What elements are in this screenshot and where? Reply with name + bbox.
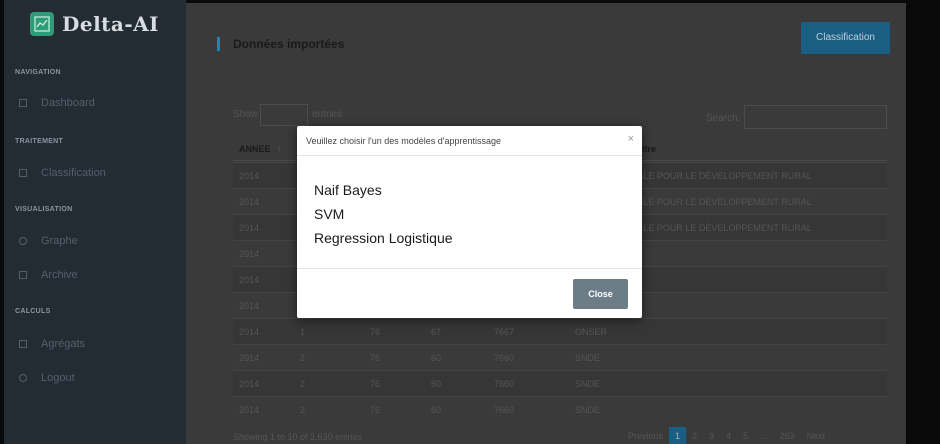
table-cell: 2014: [239, 197, 260, 207]
table-cell: 60: [431, 353, 442, 363]
column-header-titre[interactable]: itre: [642, 144, 656, 154]
modal-header: Veuillez choisir l'un des modèles d'appr…: [297, 126, 642, 156]
right-gutter: [906, 0, 940, 444]
page-link[interactable]: 5: [737, 427, 754, 444]
table-cell: 76: [370, 327, 381, 337]
grid-icon: [19, 169, 27, 177]
sidebar: Delta-AI NAVIGATION Dashboard TRAITEMENT…: [4, 0, 186, 444]
sidebar-item-label: Archive: [41, 269, 78, 281]
table-cell: SNDE: [575, 353, 601, 363]
circle-icon: [19, 237, 27, 245]
grid-icon: [19, 99, 27, 107]
sort-arrow-icon: ↑: [277, 144, 282, 154]
model-option-naif-bayes[interactable]: Naif Bayes: [314, 178, 453, 202]
model-list: Naif Bayes SVM Regression Logistique: [314, 178, 453, 250]
table-cell: 60: [431, 405, 442, 415]
pagination: Previous 1 2 3 4 5... 263 Next: [622, 427, 831, 444]
model-choice-modal: Veuillez choisir l'un des modèles d'appr…: [297, 126, 642, 318]
table-row: 2014 1 76 67 7667 ONSER: [233, 318, 887, 344]
table-cell: 60: [431, 379, 442, 389]
table-cell: 76: [370, 405, 381, 415]
table-cell: 2014: [239, 275, 260, 285]
table-cell: 2: [300, 353, 306, 363]
sidebar-item-classification[interactable]: Classification: [19, 167, 106, 179]
table-info: Showing 1 to 10 of 2,630 entries: [233, 432, 363, 442]
table-cell: 76: [370, 379, 381, 389]
table-cell: 2014: [239, 301, 260, 311]
page-link[interactable]: 1: [669, 427, 687, 444]
page-link[interactable]: 263: [774, 427, 801, 444]
table-cell: 2014: [239, 327, 260, 337]
table-cell: 7660: [494, 405, 515, 415]
entries-label: entries: [312, 109, 343, 120]
brand[interactable]: Delta-AI: [30, 12, 159, 36]
brand-name: Delta-AI: [62, 12, 160, 36]
table-cell: SNDE: [575, 405, 601, 415]
table-cell: 2: [300, 379, 306, 389]
sidebar-item-label: Logout: [41, 372, 75, 384]
search-label: Search:: [706, 113, 741, 124]
table-cell: 2014: [239, 249, 260, 259]
grid-icon: [19, 340, 27, 348]
table-cell: 2014: [239, 405, 260, 415]
table-cell: SNDE: [575, 379, 601, 389]
table-cell: 1: [300, 327, 306, 337]
table-cell: 7667: [494, 327, 515, 337]
nav-section-visualisation: VISUALISATION: [15, 206, 73, 213]
show-label: Show: [233, 109, 259, 120]
table-row: 2014 2 76 60 7660 SNDE: [233, 344, 887, 370]
sidebar-item-logout[interactable]: Logout: [19, 372, 75, 384]
table-row: 2014 2 76 60 7660 SNDE: [233, 370, 887, 396]
close-button[interactable]: Close: [573, 279, 628, 309]
page-link[interactable]: Previous: [622, 427, 669, 444]
modal-footer: Close: [297, 268, 642, 318]
page-link[interactable]: 2: [686, 427, 703, 444]
page-link[interactable]: Next: [801, 427, 832, 444]
modal-title: Veuillez choisir l'un des modèles d'appr…: [306, 136, 502, 146]
table-cell: 76: [370, 353, 381, 363]
search-input[interactable]: [744, 105, 887, 129]
table-cell: 2014: [239, 353, 260, 363]
page-link[interactable]: 4: [720, 427, 737, 444]
nav-section-navigation: NAVIGATION: [15, 69, 61, 76]
table-cell: 7660: [494, 379, 515, 389]
table-row: 2014 2 76 60 7660 SNDE: [233, 396, 887, 422]
column-header-annee[interactable]: ANNEE: [239, 144, 271, 154]
table-cell: 2014: [239, 223, 260, 233]
sidebar-item-agregats[interactable]: Agrégats: [19, 338, 85, 350]
table-cell: 2014: [239, 171, 260, 181]
page-title: Données importées: [233, 37, 345, 51]
sidebar-item-archive[interactable]: Archive: [19, 269, 78, 281]
nav-section-traitement: TRAITEMENT: [15, 138, 64, 145]
model-option-regression-logistique[interactable]: Regression Logistique: [314, 226, 453, 250]
sidebar-item-graphe[interactable]: Graphe: [19, 235, 78, 247]
table-cell: 7660: [494, 353, 515, 363]
sidebar-item-dashboard[interactable]: Dashboard: [19, 97, 95, 109]
page-link: ...: [760, 431, 768, 441]
model-option-svm[interactable]: SVM: [314, 202, 453, 226]
table-cell: 2014: [239, 379, 260, 389]
table-cell: 2: [300, 405, 306, 415]
sidebar-item-label: Graphe: [41, 235, 78, 247]
table-cell: 67: [431, 327, 442, 337]
title-accent-bar: [217, 37, 220, 51]
classification-button[interactable]: Classification: [801, 22, 890, 54]
chart-line-icon: [30, 12, 54, 36]
sidebar-item-label: Dashboard: [41, 97, 95, 109]
sidebar-item-label: Classification: [41, 167, 106, 179]
grid-icon: [19, 271, 27, 279]
power-icon: [19, 374, 27, 382]
close-icon[interactable]: ×: [628, 133, 634, 145]
entries-length-select[interactable]: [260, 104, 308, 126]
nav-section-calculs: CALCULS: [15, 308, 51, 315]
page-link[interactable]: 3: [703, 427, 720, 444]
sidebar-item-label: Agrégats: [41, 338, 86, 350]
table-cell: ONSER: [575, 327, 608, 337]
